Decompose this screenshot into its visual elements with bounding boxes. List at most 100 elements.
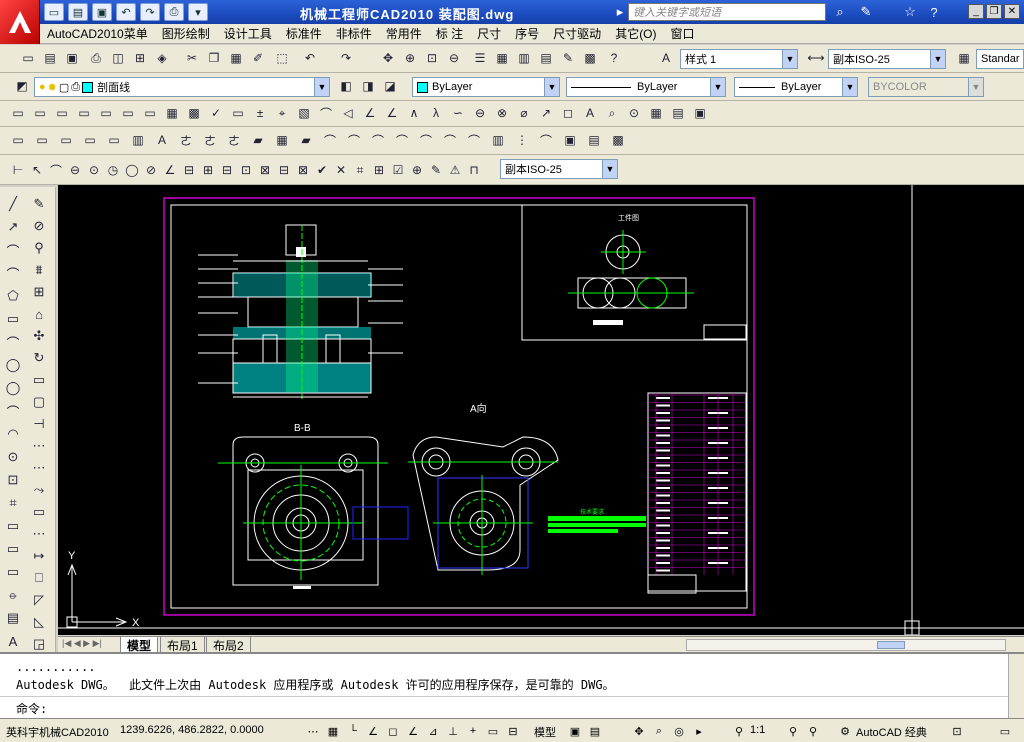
modify-tool-9-icon[interactable]: ▢ [28,391,50,413]
linetype-select[interactable]: ByLayer ▼ [566,77,726,97]
tool-tb3-5-icon[interactable]: ▭ [118,103,138,123]
plot-icon[interactable]: ⎙ [86,48,106,68]
design-center-icon[interactable]: ▦ [492,48,512,68]
menu-item-6[interactable]: 标 注 [429,25,470,42]
tool-tb3-29-icon[interactable]: ▦ [646,103,666,123]
properties-icon[interactable]: ☰ [470,48,490,68]
tool-tb5-21-icon[interactable]: ⊕ [407,160,427,180]
tool-tb3-6-icon[interactable]: ▭ [140,103,160,123]
tool-tb5-6-icon[interactable]: ◯ [122,160,142,180]
modify-tool-6-icon[interactable]: ✣ [28,325,50,347]
paste-icon[interactable]: ▦ [226,48,246,68]
text-style-icon[interactable]: A [656,48,676,68]
tool-tb3-9-icon[interactable]: ✓ [206,103,226,123]
draw-tool-16-icon[interactable]: ▭ [2,561,24,583]
tool-tb3-3-icon[interactable]: ▭ [74,103,94,123]
tool-tb3-13-icon[interactable]: ▧ [294,103,314,123]
tab-layout2[interactable]: 布局2 [206,637,251,653]
layer-select[interactable]: ● ✹ ▢ ⎙ 剖面线 ▼ [34,77,330,97]
tool-tb3-4-icon[interactable]: ▭ [96,103,116,123]
tool-tb3-8-icon[interactable]: ▩ [184,103,204,123]
tool-tb5-7-icon[interactable]: ⊘ [141,160,161,180]
tool-tb4-20-icon[interactable]: ▥ [488,130,508,150]
undo-icon[interactable]: ↶ [116,3,136,21]
publish-icon[interactable]: ⊞ [130,48,150,68]
tool-tb4-3-icon[interactable]: ▭ [80,130,100,150]
menu-item-4[interactable]: 非标件 [329,25,379,42]
redo-icon[interactable]: ↷ [140,3,160,21]
draw-tool-11-icon[interactable]: ⊙ [2,446,24,468]
make-current-icon[interactable]: ◧ [336,76,356,96]
markup-icon[interactable]: ✎ [558,48,578,68]
clean-screen-icon[interactable]: ▭ [996,722,1014,740]
grid-icon[interactable]: ▦ [324,722,342,740]
menu-item-5[interactable]: 常用件 [379,25,429,42]
status-model[interactable]: 模型 [534,724,556,740]
tool-tb3-20-icon[interactable]: ∽ [448,103,468,123]
help-tool-icon[interactable]: ? [604,48,624,68]
zoom-status-icon[interactable]: ⌕ [650,722,668,740]
tool-tb3-19-icon[interactable]: λ [426,103,446,123]
tool-tb3-24-icon[interactable]: ↗ [536,103,556,123]
tool-tb3-26-icon[interactable]: A [580,103,600,123]
tool-tb5-12-icon[interactable]: ⊡ [236,160,256,180]
lock-status-icon[interactable]: ⊡ [948,722,966,740]
tool-tb4-15-icon[interactable]: ⌒ [368,130,388,150]
sheet-set-icon[interactable]: ▤ [536,48,556,68]
qnew-icon[interactable]: ▭ [18,48,38,68]
tool-tb4-24-icon[interactable]: ▤ [584,130,604,150]
menu-item-11[interactable]: 窗口 [664,25,702,42]
3d-dwf-icon[interactable]: ◈ [152,48,172,68]
redo-tool-icon[interactable]: ↷ [336,48,356,68]
tool-tb4-10-icon[interactable]: ▰ [248,130,268,150]
tool-tb5-23-icon[interactable]: ⚠ [445,160,465,180]
modify-tool-0-icon[interactable]: ✎ [28,193,50,215]
layer-manager-icon[interactable]: ◩ [12,76,32,96]
status-scale[interactable]: 1:1 [750,724,765,736]
polar-icon[interactable]: ∠ [364,722,382,740]
tool-tb3-31-icon[interactable]: ▣ [690,103,710,123]
tool-tb3-0-icon[interactable]: ▭ [8,103,28,123]
tool-tb5-3-icon[interactable]: ⊖ [65,160,85,180]
modify-tool-13-icon[interactable]: ⤳ [28,479,50,501]
draw-tool-10-icon[interactable]: ◠ [2,423,24,445]
draw-tool-3-icon[interactable]: ⌒ [2,262,24,284]
open-icon[interactable]: ▤ [68,3,88,21]
tool-tb4-7-icon[interactable]: ㄜ [176,130,196,150]
key-icon[interactable]: ✎ [856,3,876,21]
tool-tb5-4-icon[interactable]: ⊙ [84,160,104,180]
tool-tb3-16-icon[interactable]: ∠ [360,103,380,123]
tool-tb3-10-icon[interactable]: ▭ [228,103,248,123]
draw-tool-9-icon[interactable]: ⌒ [2,400,24,422]
dyn-icon[interactable]: ⊥ [444,722,462,740]
modify-tool-8-icon[interactable]: ▭ [28,369,50,391]
tool-tb5-20-icon[interactable]: ☑ [388,160,408,180]
tool-tb4-1-icon[interactable]: ▭ [32,130,52,150]
tool-tb4-16-icon[interactable]: ⌒ [392,130,412,150]
draw-tool-17-icon[interactable]: ⦵ [2,584,24,606]
tool-tb5-8-icon[interactable]: ∠ [160,160,180,180]
close-button[interactable]: ✕ [1004,4,1020,19]
modify-tool-14-icon[interactable]: ▭ [28,501,50,523]
modify-tool-10-icon[interactable]: ⊣ [28,413,50,435]
tool-tb5-0-icon[interactable]: ⊢ [8,160,28,180]
tool-tb5-5-icon[interactable]: ◷ [103,160,123,180]
help-icon[interactable]: ? [924,3,944,21]
tool-tb4-25-icon[interactable]: ▩ [608,130,628,150]
print-icon[interactable]: ⎙ [164,3,184,21]
app-logo-icon[interactable] [0,0,40,44]
tool-tb3-12-icon[interactable]: ⌖ [272,103,292,123]
layer-states-icon[interactable]: ◪ [380,76,400,96]
plotstyle-select[interactable]: BYCOLOR ▼ [868,77,984,97]
modify-tool-18-icon[interactable]: ◸ [28,589,50,611]
modify-tool-2-icon[interactable]: ⚲ [28,237,50,259]
osnap-icon[interactable]: ◻ [384,722,402,740]
star-icon[interactable]: ☆ [900,3,920,21]
cut-icon[interactable]: ✂ [182,48,202,68]
modify-tool-3-icon[interactable]: ⩩ [28,259,50,281]
draw-tool-6-icon[interactable]: ⌒ [2,331,24,353]
tab-layout1[interactable]: 布局1 [160,637,205,653]
horizontal-scrollbar[interactable] [686,639,1006,651]
tool-tb3-30-icon[interactable]: ▤ [668,103,688,123]
layer-previous-icon[interactable]: ◨ [358,76,378,96]
